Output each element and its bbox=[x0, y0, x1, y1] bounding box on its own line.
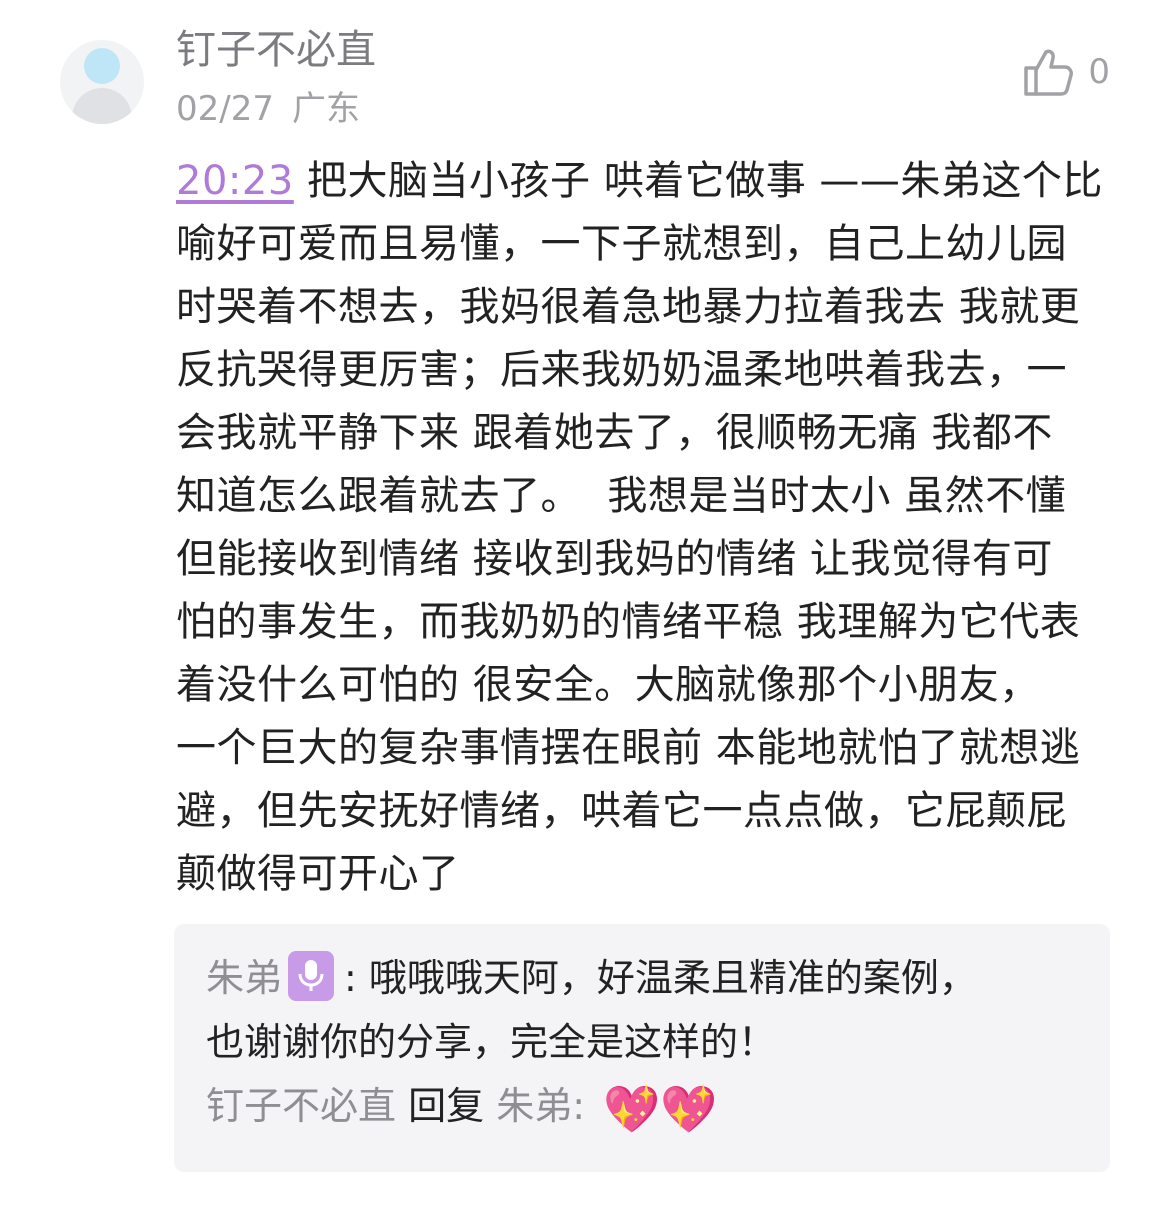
microphone-icon bbox=[288, 951, 335, 1001]
reply-item[interactable]: 朱弟: 哦哦哦天阿，好温柔且精准的案例， bbox=[206, 946, 1080, 1010]
comment-line: 颠做得可开心了 bbox=[176, 851, 460, 897]
thumbs-up-icon bbox=[1022, 46, 1074, 98]
comment-card: 钉子不必直 02/27 广东 0 20:23 把大脑当小孩子 哄着它做事 ——朱弟… bbox=[0, 0, 1160, 1210]
comment-line: 喻好可爱而且易懂，一下子就想到，自己上幼儿园 bbox=[176, 221, 1067, 267]
avatar[interactable] bbox=[60, 40, 144, 124]
timestamp-link[interactable]: 20:23 bbox=[176, 158, 294, 204]
avatar-head bbox=[84, 48, 120, 84]
comment-line: 反抗哭得更厉害；后来我奶奶温柔地哄着我去，一 bbox=[176, 347, 1067, 393]
comment-line: 怕的事发生，而我奶奶的情绪平稳 我理解为它代表 bbox=[176, 599, 1081, 645]
reply-action: 回复 bbox=[408, 1084, 485, 1128]
comment-line: 20:23 把大脑当小孩子 哄着它做事 ——朱弟这个比 bbox=[176, 150, 1106, 213]
comment-line: 知道怎么跟着就去了。 我想是当时太小 虽然不懂 bbox=[176, 473, 1067, 519]
like-button[interactable]: 0 bbox=[1022, 46, 1110, 98]
comment-line: 时哭着不想去，我妈很着急地暴力拉着我去 我就更 bbox=[176, 284, 1081, 330]
comment-line: 会我就平静下来 跟着她去了，很顺畅无痛 我都不 bbox=[176, 410, 1053, 456]
comment-meta: 02/27 广东 bbox=[176, 88, 360, 130]
reply-separator: : bbox=[572, 1084, 598, 1128]
comment-line: 一个巨大的复杂事情摆在眼前 本能地就怕了就想逃 bbox=[176, 725, 1081, 771]
reply-target[interactable]: 朱弟 bbox=[496, 1084, 572, 1128]
reply-author[interactable]: 钉子不必直 bbox=[206, 1084, 396, 1128]
reply-separator: : bbox=[344, 956, 369, 1000]
avatar-body bbox=[72, 88, 132, 124]
comment-region: 广东 bbox=[291, 89, 360, 129]
reply-item[interactable]: 钉子不必直 回复 朱弟: 💖💖 bbox=[206, 1074, 1080, 1141]
sparkling-heart-emoji: 💖💖 bbox=[603, 1082, 718, 1136]
reply-text-line-2: 也谢谢你的分享，完全是这样的！ bbox=[206, 1020, 777, 1064]
comment-body: 20:23 把大脑当小孩子 哄着它做事 ——朱弟这个比 喻好可爱而且易懂，一下子… bbox=[176, 150, 1106, 906]
comment-username[interactable]: 钉子不必直 bbox=[176, 26, 376, 74]
comment-line: 着没什么可怕的 很安全。大脑就像那个小朋友， bbox=[176, 662, 1040, 708]
reply-thread[interactable]: 朱弟: 哦哦哦天阿，好温柔且精准的案例， 也谢谢你的分享，完全是这样的！ 钉子不… bbox=[174, 924, 1110, 1172]
reply-text-line-1: 哦哦哦天阿，好温柔且精准的案例， bbox=[368, 956, 977, 1000]
comment-line: 避，但先安抚好情绪，哄着它一点点做，它屁颠屁 bbox=[176, 788, 1067, 834]
comment-line: 但能接收到情绪 接收到我妈的情绪 让我觉得有可 bbox=[176, 536, 1053, 582]
comment-date: 02/27 bbox=[176, 89, 274, 129]
like-count: 0 bbox=[1088, 52, 1110, 92]
comment-line-text: 把大脑当小孩子 哄着它做事 ——朱弟这个比 bbox=[293, 158, 1103, 204]
reply-author[interactable]: 朱弟 bbox=[206, 956, 282, 1000]
